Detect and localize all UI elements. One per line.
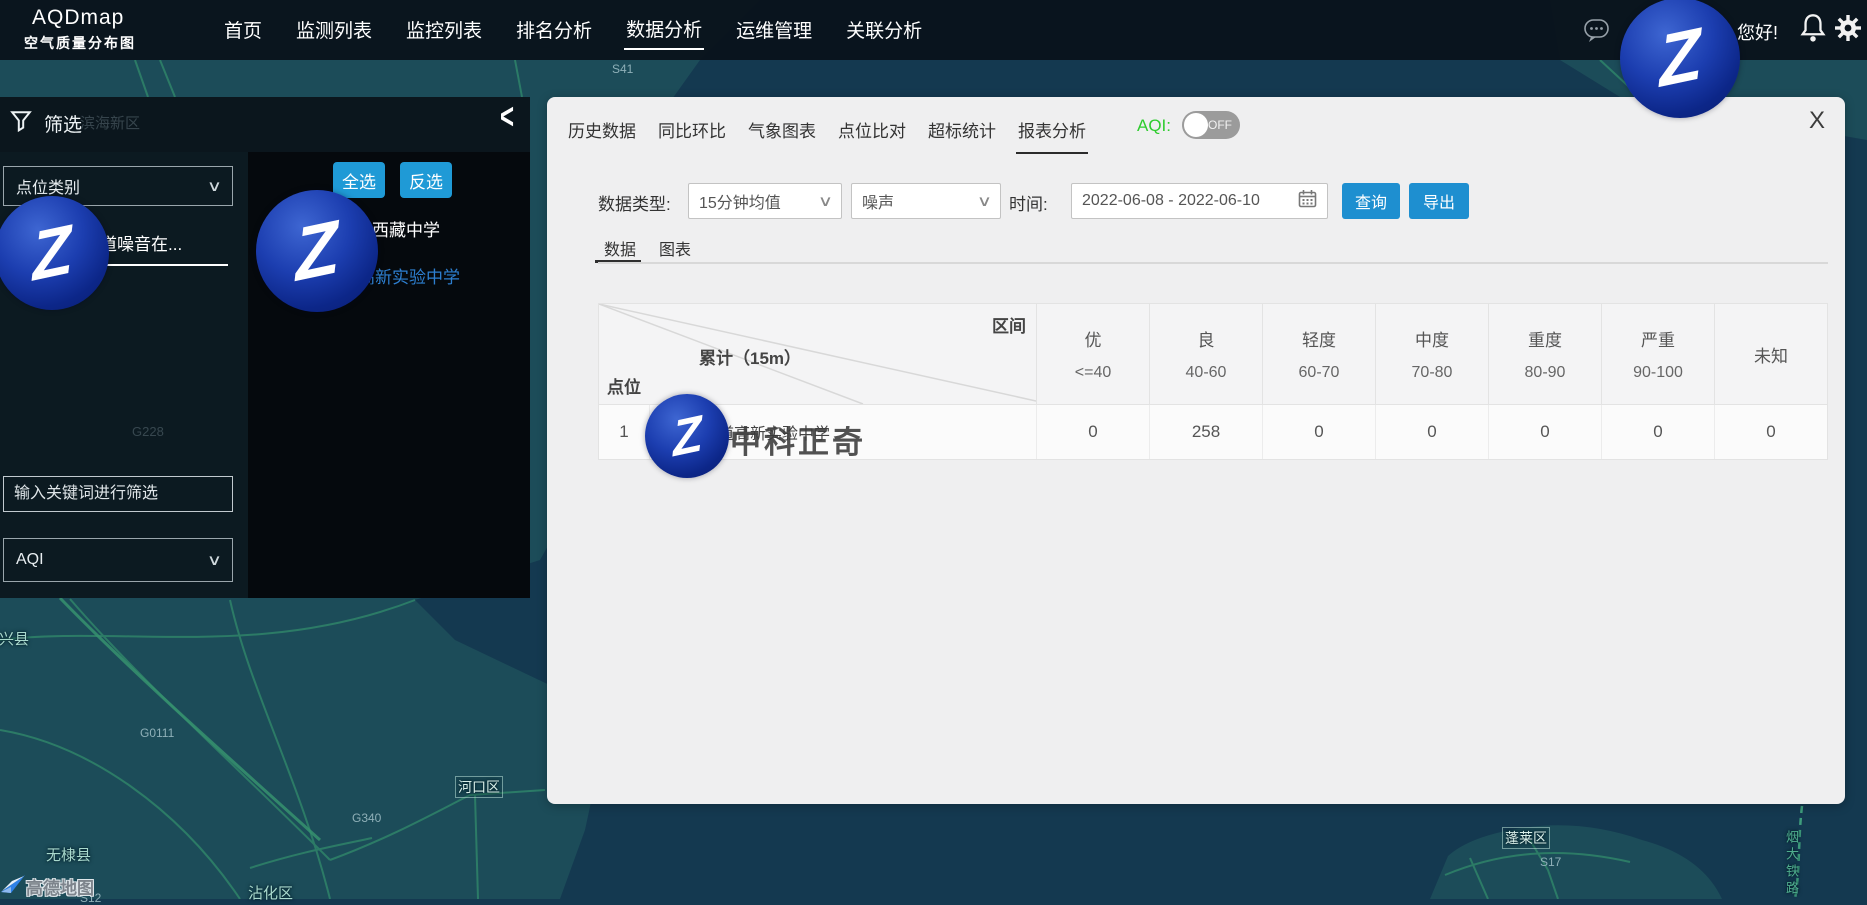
map-label-railway: 烟大铁路 [1782,830,1801,898]
column-header-good: 良40-60 [1149,304,1262,404]
map-label-wudi: 无棣县 [46,844,91,865]
value-moderate: 0 [1375,405,1488,459]
toggle-knob [1184,113,1208,137]
greeting-text: 您好! [1737,19,1778,45]
value-light: 0 [1262,405,1375,459]
keyword-filter-input[interactable] [3,476,233,512]
chevron-down-icon: ∨ [977,192,992,210]
table-header-row: 区间 累计（15m） 点位 优<=40 良40-60 轻度60-70 中度70-… [599,304,1827,405]
table-corner-cell: 区间 累计（15m） 点位 [599,304,1036,404]
corner-label-site: 点位 [607,373,641,398]
value-unknown: 0 [1714,405,1827,459]
date-range-value: 2022-06-08 - 2022-06-10 [1082,192,1260,210]
column-header-unknown: 未知 [1714,304,1827,404]
map-label-s41: S41 [612,62,633,76]
filter-funnel-icon [10,110,32,137]
data-type-label: 数据类型: [598,190,671,215]
aqi-toggle-label: AQI: [1137,116,1171,136]
app-logo-subtitle: 空气质量分布图 [24,33,136,53]
subtab-divider [598,262,1828,264]
column-header-light: 轻度60-70 [1262,304,1375,404]
metric-select[interactable]: 噪声 ∨ [851,183,1001,219]
chat-icon[interactable] [1583,17,1610,49]
nav-home[interactable]: 首页 [222,12,264,49]
subtab-data[interactable]: 数据 [604,236,636,260]
watermark-logo: Z [1620,0,1740,118]
map-label-s17: S17 [1540,855,1561,869]
row-index-cell: 1 [599,405,650,459]
amap-plane-icon [0,868,26,901]
map-label-g228: G228 [132,424,164,439]
noise-category-tab[interactable]: 道噪音在... [100,230,228,266]
tab-history-data[interactable]: 历史数据 [566,111,638,154]
map-label-g340: G340 [352,811,381,825]
aqi-metric-select[interactable]: AQI ∨ [3,538,233,582]
map-label-penglai: 蓬莱区 [1502,827,1550,849]
subtab-chart[interactable]: 图表 [659,236,691,260]
interval-select[interactable]: 15分钟均值 ∨ [688,183,842,219]
value-heavy: 0 [1488,405,1601,459]
nav-correlation-analysis[interactable]: 关联分析 [844,12,924,49]
column-header-heavy: 重度80-90 [1488,304,1601,404]
column-header-excellent: 优<=40 [1036,304,1149,404]
map-label-g0111: G0111 [140,726,174,740]
column-header-severe: 严重90-100 [1601,304,1714,404]
value-excellent: 0 [1036,405,1149,459]
toggle-state-text: OFF [1208,118,1232,132]
map-label-hekou: 河口区 [455,776,503,798]
map-label-binhai: 滨海新区 [80,112,140,133]
chevron-down-icon: ∨ [207,551,222,569]
tab-exceedance-stats[interactable]: 超标统计 [926,111,998,154]
nav-surveillance-list[interactable]: 监控列表 [404,12,484,49]
corner-label-range: 区间 [992,312,1026,337]
nav-monitor-list[interactable]: 监测列表 [294,12,374,49]
column-header-moderate: 中度70-80 [1375,304,1488,404]
amap-logo: 高德地图 [26,874,94,899]
tab-report-analysis[interactable]: 报表分析 [1016,111,1088,154]
map-label-haixing: 海兴县 [0,628,29,649]
aqi-metric-value: AQI [16,551,44,569]
query-button[interactable]: 查询 [1342,183,1400,219]
interval-value: 15分钟均值 [699,189,781,213]
site-list-item-xizang[interactable]: 西藏中学 [372,216,440,241]
nav-ops-management[interactable]: 运维管理 [734,12,814,49]
metric-value: 噪声 [862,189,894,213]
panel-tab-bar: 历史数据 同比环比 气象图表 点位比对 超标统计 报表分析 [566,111,1088,154]
point-category-value: 点位类别 [16,174,80,198]
app-logo-title: AQDmap [32,6,124,30]
value-severe: 0 [1601,405,1714,459]
watermark-logo: Z [256,190,378,312]
nav-data-analysis[interactable]: 数据分析 [624,11,704,50]
close-panel-button[interactable]: X [1809,107,1825,135]
map-label-zhanhua: 沾化区 [248,882,293,903]
time-label: 时间: [1009,190,1048,215]
export-button[interactable]: 导出 [1409,183,1469,219]
gear-icon[interactable] [1833,13,1863,48]
tab-yoy-mom[interactable]: 同比环比 [656,111,728,154]
top-bar: AQDmap 空气质量分布图 首页 监测列表 监控列表 排名分析 数据分析 运维… [0,0,1867,60]
invert-selection-button[interactable]: 反选 [400,162,452,198]
nav-ranking-analysis[interactable]: 排名分析 [514,12,594,49]
aqi-toggle-switch[interactable]: OFF [1182,111,1240,139]
corner-label-cumulative: 累计（15m） [699,344,801,369]
tab-weather-charts[interactable]: 气象图表 [746,111,818,154]
chevron-down-icon: ∨ [207,177,222,195]
date-range-input[interactable]: 2022-06-08 - 2022-06-10 [1071,183,1328,219]
watermark-logo: Z [645,394,729,478]
collapse-sidebar-button[interactable]: < [500,97,514,139]
select-all-button[interactable]: 全选 [333,162,385,198]
chevron-down-icon: ∨ [818,192,833,210]
watermark-logo: Z [0,196,109,310]
tab-site-comparison[interactable]: 点位比对 [836,111,908,154]
calendar-icon [1298,189,1317,213]
watermark-text: 中科正奇 [730,417,866,462]
main-nav: 首页 监测列表 监控列表 排名分析 数据分析 运维管理 关联分析 [222,0,924,60]
value-good: 258 [1149,405,1262,459]
bell-icon[interactable] [1799,13,1827,49]
filter-panel-title: 筛选 [44,110,82,137]
